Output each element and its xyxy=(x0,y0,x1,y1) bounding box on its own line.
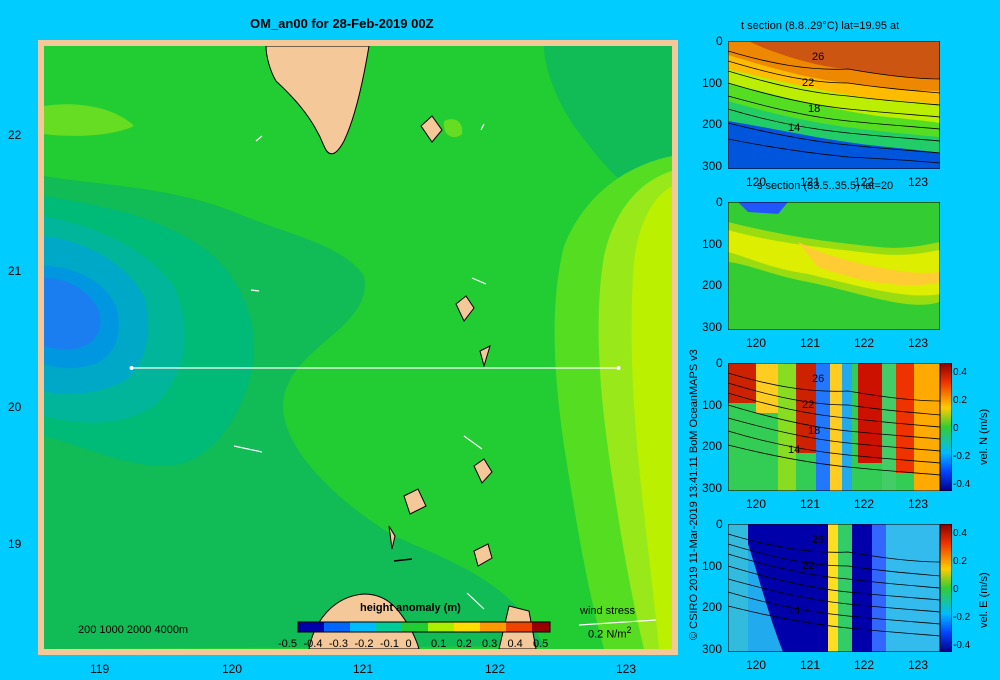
lon-tick-120: 120 xyxy=(222,662,243,676)
wind-stress-label: wind stress xyxy=(580,605,636,617)
vel-colorbar-tick: -0.2 xyxy=(953,451,971,462)
depth-tick: 100 xyxy=(702,558,723,573)
lat-tick-19: 19 xyxy=(8,537,22,551)
height-anomaly-colorbar xyxy=(297,621,551,633)
panel-lon-tick: 121 xyxy=(800,658,821,672)
contour-label: 14 xyxy=(788,122,801,134)
colorbar-tick: -0.2 xyxy=(354,638,374,650)
colorbar-tick: -0.3 xyxy=(329,638,348,650)
panel-lon-tick: 123 xyxy=(908,175,929,189)
vel-n-panel xyxy=(728,363,940,491)
section-start-marker xyxy=(129,366,134,370)
depth-tick: 200 xyxy=(702,278,723,292)
colorbar-tick: 0.2 xyxy=(456,638,472,650)
colorbar-tick: 0.1 xyxy=(431,638,447,650)
panel-lon-tick: 122 xyxy=(854,175,875,189)
contour-label: 22 xyxy=(802,560,815,572)
contour-label: 26 xyxy=(812,373,825,385)
depth-tick: 300 xyxy=(702,158,723,173)
vel-colorbar-tick: 0 xyxy=(953,423,959,434)
depth-tick: 200 xyxy=(702,439,723,453)
vel-colorbar-tick: 0.4 xyxy=(953,528,967,539)
colorbar-tick: 0.4 xyxy=(507,638,523,650)
t-section-panel xyxy=(728,41,940,169)
colorbar-tick: -0.1 xyxy=(380,638,399,650)
colorbar-tick: -0.5 xyxy=(278,638,297,650)
depth-tick: 0 xyxy=(716,195,723,209)
panel-lon-tick: 122 xyxy=(854,658,875,672)
map-title: OM_an00 for 28-Feb-2019 00Z xyxy=(250,16,434,31)
depth-tick: 200 xyxy=(702,117,723,131)
colorbar-tick: 0 xyxy=(405,638,412,650)
panel-lon-tick: 120 xyxy=(746,658,767,672)
vel-colorbar-tick: 0.4 xyxy=(953,367,967,378)
contour-label: 18 xyxy=(808,103,821,115)
colorbar-tick: 0.3 xyxy=(482,638,498,650)
depth-tick: 300 xyxy=(702,319,723,334)
vel-e-label: vel. E (m/s) xyxy=(978,572,990,628)
credit-text: © CSIRO 2019 11-Mar-2019 13:41:11 BoM Oc… xyxy=(688,349,700,640)
s-section-panel xyxy=(728,202,940,330)
panel-lon-tick: 123 xyxy=(908,336,929,350)
panel-lon-tick: 121 xyxy=(800,497,821,511)
t-section-title: t section (8.8..29°C) lat=19.95 at xyxy=(741,20,900,32)
depth-tick: 100 xyxy=(702,397,723,412)
vel-n-label: vel. N (m/s) xyxy=(978,408,990,465)
depth-tick: 0 xyxy=(716,517,723,531)
contour-label: 22 xyxy=(802,399,815,411)
vel-e-panel xyxy=(728,524,940,652)
lon-tick-123: 123 xyxy=(616,662,637,676)
panel-lon-tick: 122 xyxy=(854,497,875,511)
depth-tick: 300 xyxy=(702,480,723,495)
lon-tick-122: 122 xyxy=(485,662,506,676)
colorbar-tick: 0.5 xyxy=(533,638,549,650)
depth-tick: 200 xyxy=(702,600,723,614)
vel-colorbar-tick: 0 xyxy=(953,584,959,595)
vel-n-colorbar xyxy=(940,363,952,491)
lat-tick-22: 22 xyxy=(8,128,22,142)
lat-tick-20: 20 xyxy=(8,400,22,414)
wind-stress-scale: 0.2 N/m2 xyxy=(588,625,632,641)
vel-colorbar-tick: 0.2 xyxy=(953,556,967,567)
depth-tick: 100 xyxy=(702,75,723,90)
vel-colorbar-tick: -0.2 xyxy=(953,612,971,623)
panel-lon-tick: 120 xyxy=(746,175,767,189)
map-frame xyxy=(38,40,678,655)
panel-lon-tick: 123 xyxy=(908,497,929,511)
panel-lon-tick: 123 xyxy=(908,658,929,672)
vel-colorbar-tick: -0.4 xyxy=(953,479,971,490)
lon-tick-119: 119 xyxy=(90,662,110,676)
contour-label: 18 xyxy=(808,425,821,437)
height-anomaly-map xyxy=(44,46,672,649)
lat-tick-21: 21 xyxy=(8,264,22,278)
colorbar-tick: -0.4 xyxy=(303,638,323,650)
panel-lon-tick: 122 xyxy=(854,336,875,350)
depth-tick: 0 xyxy=(716,356,723,370)
depth-tick: 100 xyxy=(702,236,723,251)
section-end-marker xyxy=(616,366,621,370)
depth-tick: 300 xyxy=(702,641,723,656)
vel-colorbar-tick: -0.4 xyxy=(953,640,971,651)
depth-tick: 0 xyxy=(716,34,723,48)
contour-label: 14 xyxy=(788,605,801,617)
contour-label: 26 xyxy=(812,534,825,546)
contour-label: 14 xyxy=(788,444,801,456)
panel-lon-tick: 120 xyxy=(746,497,767,511)
colorbar-title: height anomaly (m) xyxy=(360,602,461,614)
panel-lon-tick: 121 xyxy=(800,336,821,350)
depth-legend: 200 1000 2000 4000m xyxy=(78,624,189,636)
vel-colorbar-tick: 0.2 xyxy=(953,395,967,406)
panel-lon-tick: 120 xyxy=(746,336,767,350)
contour-label: 26 xyxy=(812,51,825,63)
panel-lon-tick: 121 xyxy=(800,175,821,189)
contour-label: 22 xyxy=(802,77,815,89)
lon-tick-121: 121 xyxy=(353,662,374,676)
vel-e-colorbar xyxy=(940,524,952,652)
